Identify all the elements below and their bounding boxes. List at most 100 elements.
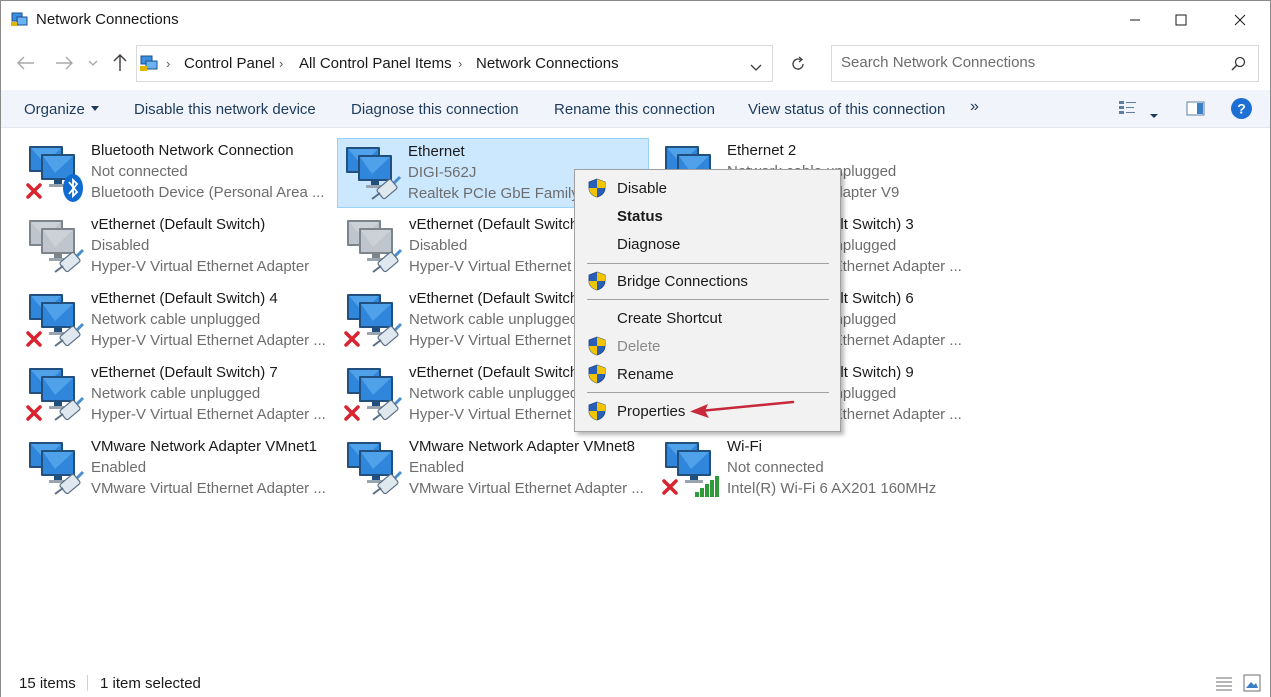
up-button[interactable] — [108, 51, 132, 75]
connection-item[interactable]: vEthernet (Default Switch) Disabled Hyper-… — [21, 212, 333, 282]
error-x-icon — [26, 405, 42, 421]
connection-device: Intel(R) Wi-Fi 6 AX201 160MHz — [727, 480, 937, 497]
uac-shield-icon — [587, 364, 607, 388]
annotation-arrow-shaft — [698, 400, 795, 413]
svg-text:?: ? — [1237, 101, 1246, 117]
address-bar[interactable]: › Control Panel › All Control Panel Item… — [136, 45, 773, 82]
maximize-button[interactable] — [1158, 1, 1204, 39]
back-button[interactable] — [14, 51, 38, 75]
forward-arrow-icon — [56, 56, 73, 70]
menu-item-create-shortcut[interactable]: Create Shortcut — [575, 305, 840, 331]
menu-item-label: Disable — [617, 180, 668, 197]
context-menu: Disable Status Diagnose Bridge Connections C… — [574, 169, 841, 432]
explorer-window: Network Connections › Control Panel › Al… — [0, 0, 1271, 697]
error-x-icon — [344, 331, 360, 347]
connection-item[interactable]: Wi-Fi Not connected Intel(R) Wi-Fi 6 AX201… — [657, 434, 969, 504]
network-adapter-icon — [343, 214, 405, 278]
breadcrumb-network-connections[interactable]: Network Connections — [476, 55, 619, 72]
status-bar: 15 items 1 item selected — [1, 669, 1270, 697]
menu-item-diagnose[interactable]: Diagnose — [575, 231, 840, 257]
menu-item-status[interactable]: Status — [575, 203, 840, 229]
view-options-chevron-icon[interactable] — [1149, 106, 1159, 123]
menu-separator — [587, 263, 829, 264]
breadcrumb-all-items[interactable]: All Control Panel Items — [299, 55, 452, 72]
connection-device: VMware Virtual Ethernet Adapter ... — [91, 480, 326, 497]
network-adapter-icon — [343, 362, 405, 426]
network-adapter-icon — [25, 436, 87, 500]
search-box[interactable] — [831, 45, 1259, 82]
connection-name: VMware Network Adapter VMnet8 — [409, 438, 635, 455]
menu-separator — [587, 299, 829, 300]
menu-item-label: Create Shortcut — [617, 310, 723, 327]
connection-item[interactable]: Bluetooth Network Connection Not connecte… — [21, 138, 333, 208]
menu-item-label: Delete — [617, 338, 661, 355]
menu-item-delete: Delete — [575, 333, 840, 359]
menu-item-rename[interactable]: Rename — [575, 361, 840, 387]
disable-device-button[interactable]: Disable this network device — [134, 101, 316, 118]
uac-shield-icon — [587, 336, 607, 360]
breadcrumb-chevron-icon[interactable]: › — [458, 56, 462, 71]
uac-shield-icon — [587, 271, 607, 295]
large-icons-view-icon[interactable] — [1243, 674, 1261, 696]
menu-item-label: Status — [617, 208, 663, 225]
network-adapter-icon — [343, 436, 405, 500]
diagnose-connection-button[interactable]: Diagnose this connection — [351, 101, 519, 118]
menu-item-disable[interactable]: Disable — [575, 175, 840, 201]
wifi-signal-icon — [695, 476, 719, 497]
connection-name: VMware Network Adapter VMnet1 — [91, 438, 317, 455]
uac-shield-icon — [587, 401, 607, 425]
view-status-button[interactable]: View status of this connection — [748, 101, 945, 118]
connection-status: Enabled — [91, 459, 147, 476]
close-button[interactable] — [1217, 1, 1263, 39]
bluetooth-icon — [63, 174, 83, 202]
change-view-icon[interactable] — [1118, 100, 1138, 120]
forward-button[interactable] — [52, 51, 76, 75]
search-icon[interactable] — [1231, 56, 1246, 75]
connection-status: Enabled — [409, 459, 465, 476]
title-bar[interactable]: Network Connections — [1, 1, 1270, 39]
breadcrumb-control-panel[interactable]: Control Panel — [184, 55, 275, 72]
connection-device: Hyper-V Virtual Ethernet Adapter ... — [91, 332, 326, 349]
connection-item[interactable]: VMware Network Adapter VMnet8 Enabled VMwa… — [339, 434, 651, 504]
details-view-icon[interactable] — [1215, 675, 1233, 695]
error-x-icon — [26, 183, 42, 199]
menu-separator — [587, 392, 829, 393]
network-connections-app-icon — [11, 11, 29, 27]
address-history-chevron-icon[interactable] — [750, 59, 762, 76]
help-icon[interactable]: ? — [1230, 97, 1253, 124]
refresh-button[interactable] — [779, 45, 817, 82]
connection-item[interactable]: vEthernet (Default Switch) 4 Network cabl… — [21, 286, 333, 356]
status-divider — [87, 675, 88, 691]
recent-locations-button[interactable] — [85, 51, 101, 75]
connection-item[interactable]: VMware Network Adapter VMnet1 Enabled VMwa… — [21, 434, 333, 504]
connection-name: vEthernet (Default Switch) 7 — [91, 364, 278, 381]
connection-name: Bluetooth Network Connection — [91, 142, 294, 159]
network-adapter-icon — [25, 214, 87, 278]
connection-device: VMware Virtual Ethernet Adapter ... — [409, 480, 644, 497]
organize-button[interactable]: Organize — [24, 101, 99, 118]
error-x-icon — [26, 331, 42, 347]
menu-item-bridge-connections[interactable]: Bridge Connections — [575, 268, 840, 294]
preview-pane-icon[interactable] — [1186, 101, 1206, 121]
search-input[interactable] — [841, 54, 1211, 71]
annotation-arrow-icon — [690, 400, 795, 418]
more-commands-button[interactable]: » — [970, 98, 979, 116]
connection-name: Ethernet — [408, 143, 465, 160]
connection-status: Not connected — [91, 163, 188, 180]
selection-count: 1 item selected — [100, 675, 201, 692]
control-panel-icon — [139, 55, 159, 77]
connection-status: Not connected — [727, 459, 824, 476]
error-x-icon — [662, 479, 678, 495]
connection-item[interactable]: vEthernet (Default Switch) 7 Network cabl… — [21, 360, 333, 430]
refresh-icon — [792, 56, 804, 70]
connection-status: Network cable unplugged — [91, 311, 261, 328]
menu-item-label: Properties — [617, 403, 686, 420]
breadcrumb-chevron-icon[interactable]: › — [279, 56, 283, 71]
connection-device: Hyper-V Virtual Ethernet Adapter — [91, 258, 310, 275]
minimize-button[interactable] — [1112, 1, 1158, 39]
menu-item-label: Diagnose — [617, 236, 681, 253]
chevron-down-icon — [88, 60, 98, 66]
menu-item-label: Bridge Connections — [617, 273, 748, 290]
connection-name: vEthernet (Default Switch) — [91, 216, 266, 233]
rename-connection-button[interactable]: Rename this connection — [554, 101, 715, 118]
